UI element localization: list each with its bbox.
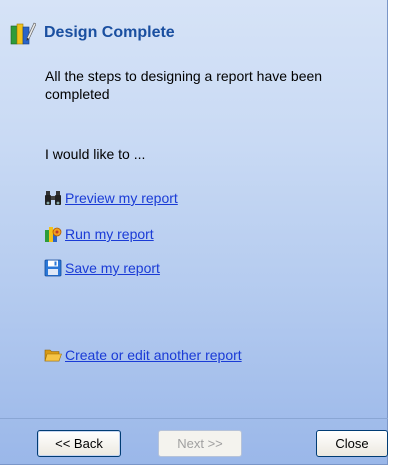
save-report-row[interactable]: Save my report (44, 258, 160, 278)
back-button[interactable]: << Back (37, 430, 121, 457)
create-edit-report-row[interactable]: Create or edit another report (44, 345, 242, 365)
preview-report-row[interactable]: Preview my report (44, 188, 178, 208)
preview-report-link[interactable]: Preview my report (65, 190, 178, 206)
run-report-row[interactable]: Run my report (44, 224, 154, 244)
close-button[interactable]: Close (316, 430, 388, 457)
run-report-link[interactable]: Run my report (65, 226, 154, 242)
run-report-icon (45, 227, 62, 242)
design-complete-panel: Design Complete All the steps to designi… (0, 0, 388, 465)
binoculars-icon (45, 191, 61, 205)
folder-open-icon (44, 349, 62, 362)
floppy-disk-icon (44, 259, 62, 277)
report-wizard-icon (10, 22, 36, 45)
next-button: Next >> (158, 430, 242, 457)
title-bar: Design Complete (0, 0, 388, 46)
prompt-text: I would like to ... (45, 146, 146, 162)
intro-text: All the steps to designing a report have… (45, 68, 323, 102)
create-edit-report-link[interactable]: Create or edit another report (65, 347, 242, 363)
dialog-title: Design Complete (44, 24, 175, 41)
save-report-link[interactable]: Save my report (65, 260, 160, 276)
footer-divider (0, 418, 388, 419)
